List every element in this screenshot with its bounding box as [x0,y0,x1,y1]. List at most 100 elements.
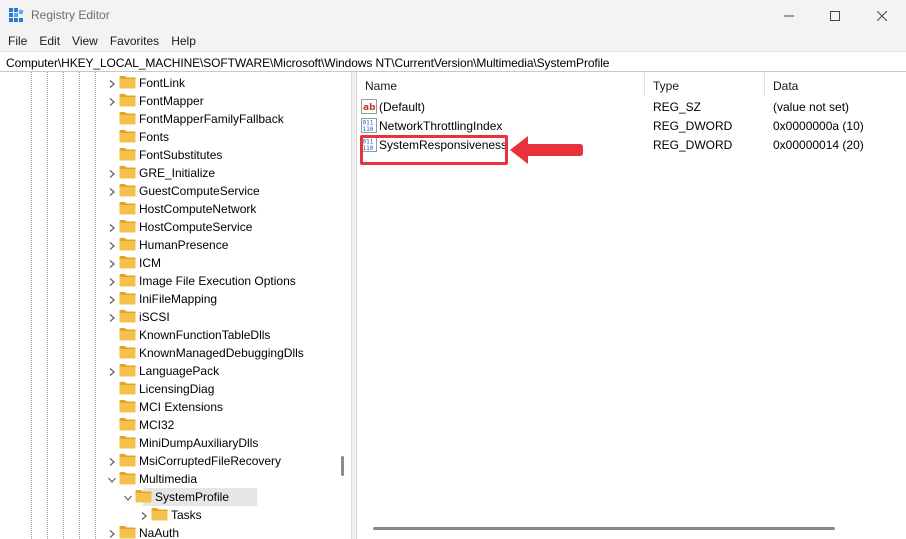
tree-item-label: FontMapperFamilyFallback [139,112,284,126]
folder-icon [119,201,136,215]
tree-item-gre-initialize[interactable]: GRE_Initialize [0,164,340,182]
column-header-name[interactable]: Name [357,72,645,96]
tree-item-label: Tasks [171,508,202,522]
horizontal-scrollbar-thumb[interactable] [373,527,835,530]
folder-icon [119,237,136,251]
chevron-right-icon[interactable] [107,96,117,106]
tree-item-fontlink[interactable]: FontLink [0,74,340,92]
menu-help[interactable]: Help [165,31,202,51]
tree-item-mci32[interactable]: MCI32 [0,416,340,434]
tree-item-label: HostComputeService [139,220,253,234]
svg-text:ab: ab [363,103,376,113]
tree-item-label: HumanPresence [139,238,229,252]
tree-item-languagepack[interactable]: LanguagePack [0,362,340,380]
value-row-default[interactable]: ab (Default) REG_SZ (value not set) [357,97,906,116]
folder-icon [119,255,136,269]
tree-item-multimedia[interactable]: Multimedia [0,470,340,488]
chevron-right-icon[interactable] [107,312,117,322]
menu-file[interactable]: File [2,31,33,51]
value-data: (value not set) [773,100,850,114]
tree-item-tasks[interactable]: Tasks [0,506,340,524]
tree-item-fontmapperfamilyfallback[interactable]: FontMapperFamilyFallback [0,110,340,128]
tree-item-mci-extensions[interactable]: MCI Extensions [0,398,340,416]
key-tree[interactable]: FontLink FontMapper FontMapperFamilyFallba… [0,72,351,539]
minimize-button[interactable] [766,0,812,31]
tree-item-humanpresence[interactable]: HumanPresence [0,236,340,254]
close-button[interactable] [858,0,906,31]
tree-item-knownmanageddebuggingdlls[interactable]: KnownManagedDebuggingDlls [0,344,340,362]
tree-item-icm[interactable]: ICM [0,254,340,272]
tree-item-naauth[interactable]: NaAuth [0,524,340,539]
tree-scrollbar-thumb[interactable] [341,456,344,476]
values-horizontal-scrollbar[interactable] [357,522,906,539]
folder-icon [135,489,152,503]
value-name: NetworkThrottlingIndex [379,119,503,133]
chevron-right-icon[interactable] [107,78,117,88]
tree-item-hostcomputeservice[interactable]: HostComputeService [0,218,340,236]
chevron-right-icon[interactable] [107,276,117,286]
chevron-right-icon[interactable] [107,294,117,304]
tree-item-label: HostComputeNetwork [139,202,257,216]
address-bar[interactable]: Computer\HKEY_LOCAL_MACHINE\SOFTWARE\Mic… [0,51,906,72]
chevron-right-icon[interactable] [139,510,149,520]
folder-icon [119,471,136,485]
value-data: 0x0000000a (10) [773,119,864,133]
folder-icon [119,75,136,89]
minimize-icon [784,15,794,16]
chevron-right-icon[interactable] [107,168,117,178]
column-header-data[interactable]: Data [765,72,906,96]
chevron-right-icon[interactable] [107,366,117,376]
value-type: REG_SZ [653,100,702,114]
folder-icon [119,93,136,107]
menu-bar: File Edit View Favorites Help [0,31,906,51]
title-bar: Registry Editor [0,0,906,31]
tree-item-inifilemapping[interactable]: IniFileMapping [0,290,340,308]
chevron-down-icon[interactable] [123,492,133,502]
chevron-right-icon[interactable] [107,258,117,268]
tree-item-label: SystemProfile [155,490,230,504]
column-header-type[interactable]: Type [645,72,765,96]
menu-favorites[interactable]: Favorites [104,31,165,51]
chevron-right-icon[interactable] [107,222,117,232]
tree-item-label: MiniDumpAuxiliaryDlls [139,436,259,450]
value-row-networkthrottlingindex[interactable]: 011 110 NetworkThrottlingIndex REG_DWORD… [357,116,906,135]
tree-item-systemprofile[interactable]: SystemProfile [0,488,340,506]
value-type: REG_DWORD [653,138,733,152]
tree-item-label: LanguagePack [139,364,220,378]
tree-item-image-file-execution-options[interactable]: Image File Execution Options [0,272,340,290]
folder-icon [119,219,136,233]
folder-icon [119,417,136,431]
window-title: Registry Editor [31,8,110,22]
dword-value-icon: 011 110 [361,118,377,133]
chevron-right-icon[interactable] [107,240,117,250]
chevron-right-icon[interactable] [107,528,117,538]
tree-item-licensingdiag[interactable]: LicensingDiag [0,380,340,398]
folder-icon [119,147,136,161]
value-type: REG_DWORD [653,119,733,133]
tree-item-iscsi[interactable]: iSCSI [0,308,340,326]
tree-item-label: FontSubstitutes [139,148,223,162]
tree-item-fonts[interactable]: Fonts [0,128,340,146]
menu-view[interactable]: View [66,31,104,51]
folder-icon [119,183,136,197]
tree-item-fontsubstitutes[interactable]: FontSubstitutes [0,146,340,164]
chevron-right-icon[interactable] [107,186,117,196]
highlight-box [360,135,508,165]
string-value-icon: ab [361,99,377,114]
tree-item-label: MsiCorruptedFileRecovery [139,454,282,468]
tree-item-label: Multimedia [139,472,198,486]
tree-item-hostcomputenetwork[interactable]: HostComputeNetwork [0,200,340,218]
tree-item-fontmapper[interactable]: FontMapper [0,92,340,110]
chevron-down-icon[interactable] [107,474,117,484]
tree-item-label: GRE_Initialize [139,166,216,180]
tree-item-guestcomputeservice[interactable]: GuestComputeService [0,182,340,200]
tree-item-label: Fonts [139,130,170,144]
chevron-right-icon[interactable] [107,456,117,466]
menu-edit[interactable]: Edit [33,31,66,51]
maximize-button[interactable] [812,0,858,31]
tree-item-label: LicensingDiag [139,382,215,396]
tree-item-msicorruptedfilerecovery[interactable]: MsiCorruptedFileRecovery [0,452,340,470]
tree-item-knownfunctiontabledlls[interactable]: KnownFunctionTableDlls [0,326,340,344]
tree-item-label: ICM [139,256,161,270]
tree-item-minidumpauxiliarydlls[interactable]: MiniDumpAuxiliaryDlls [0,434,340,452]
